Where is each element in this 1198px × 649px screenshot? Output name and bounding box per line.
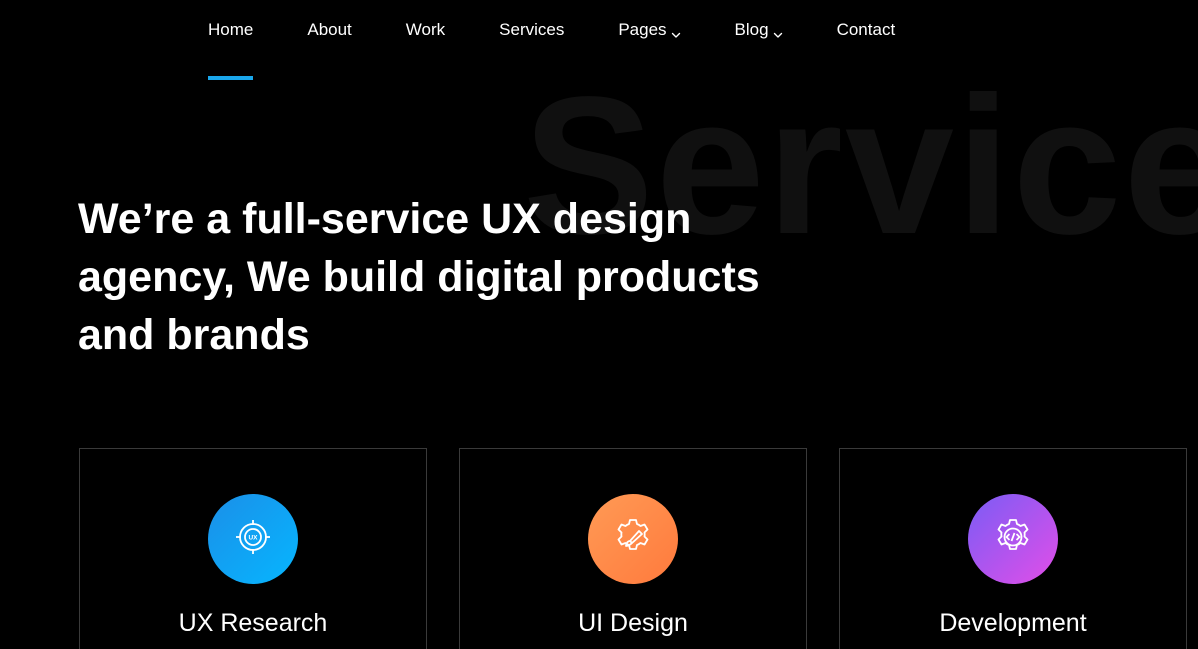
gear-brush-icon <box>612 516 654 563</box>
active-underline <box>208 76 254 80</box>
chevron-down-icon <box>773 25 783 38</box>
nav-item-services[interactable]: Services <box>499 0 564 80</box>
nav-item-home[interactable]: Home <box>208 0 254 80</box>
nav-item-label: Home <box>208 20 254 39</box>
service-icon-circle: UX <box>208 494 298 584</box>
service-icon-circle <box>588 494 678 584</box>
service-title: UI Design <box>578 609 688 637</box>
nav-item-label: Services <box>499 20 565 39</box>
service-card-ui-design[interactable]: UI Design <box>459 448 807 649</box>
nav-item-label: About <box>307 20 352 39</box>
service-card-development[interactable]: Development <box>839 448 1187 649</box>
nav-item-blog[interactable]: Blog <box>735 0 783 80</box>
service-icon-circle <box>968 494 1058 584</box>
ux-target-icon: UX <box>233 517 273 562</box>
hero-title: We’re a full-service UX design agency, W… <box>78 195 760 359</box>
chevron-down-icon <box>671 25 681 38</box>
nav-item-pages[interactable]: Pages <box>618 0 680 80</box>
nav-item-about[interactable]: About <box>307 0 351 80</box>
nav-item-label: Contact <box>836 20 896 39</box>
main-nav: Home About Work Services Pages Blog Cont… <box>208 0 895 80</box>
nav-item-label: Blog <box>734 20 769 39</box>
gear-code-icon <box>992 516 1034 563</box>
service-card-ux-research[interactable]: UX UX Research <box>79 448 427 649</box>
service-title: Development <box>939 609 1087 637</box>
service-title: UX Research <box>178 609 328 637</box>
nav-item-label: Work <box>405 20 446 39</box>
page: Services Home About Work Services Pages … <box>0 0 1198 649</box>
svg-text:UX: UX <box>248 534 258 541</box>
nav-item-label: Pages <box>618 20 667 39</box>
nav-item-work[interactable]: Work <box>406 0 445 80</box>
nav-item-contact[interactable]: Contact <box>837 0 896 80</box>
